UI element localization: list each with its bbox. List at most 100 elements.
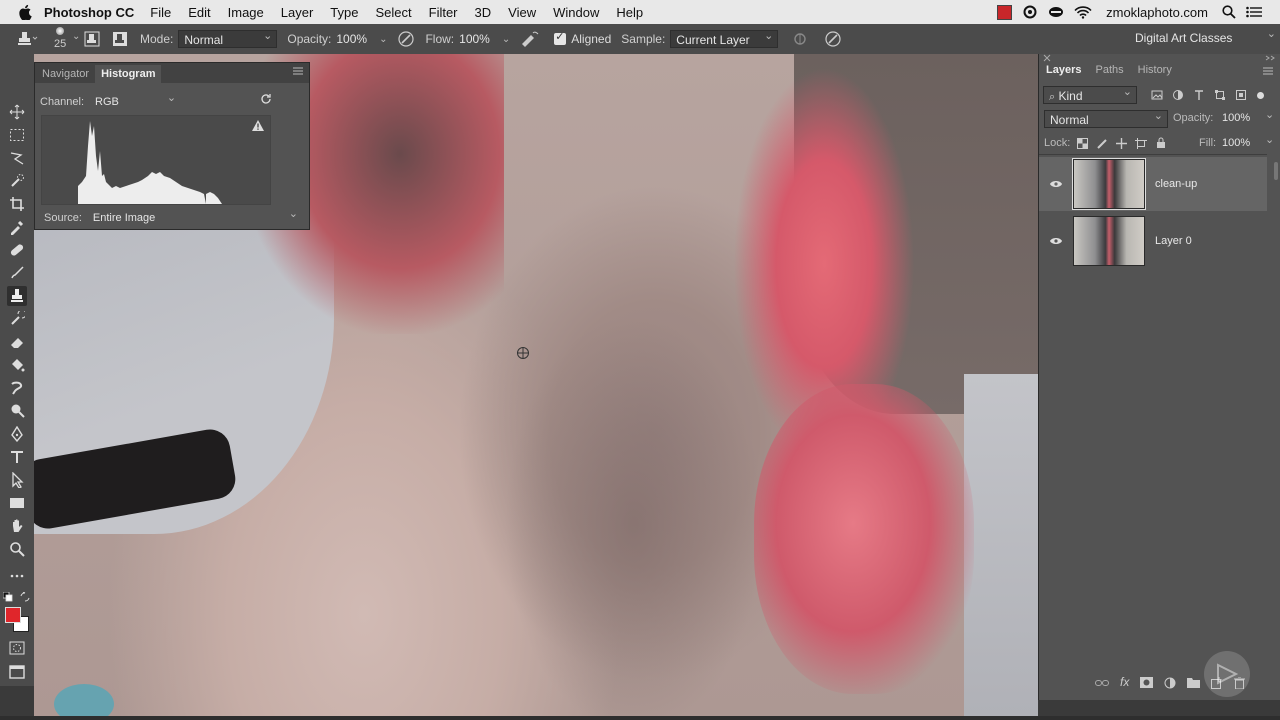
app-name[interactable]: Photoshop CC (44, 5, 134, 20)
zoom-tool[interactable] (7, 539, 27, 559)
menu-type[interactable]: Type (330, 5, 358, 20)
search-icon[interactable] (1222, 5, 1236, 19)
tab-navigator[interactable]: Navigator (36, 65, 95, 83)
type-tool[interactable] (7, 447, 27, 467)
screen-mode-button[interactable] (7, 662, 27, 682)
menu-3d[interactable]: 3D (475, 5, 492, 20)
layer-row-layer-0[interactable]: Layer 0 (1039, 214, 1267, 268)
lasso-tool[interactable] (7, 148, 27, 168)
tab-history[interactable]: History (1131, 62, 1179, 80)
filter-shape-icon[interactable] (1214, 89, 1226, 101)
history-brush-tool[interactable] (7, 309, 27, 329)
host-label[interactable]: zmoklaphoto.com (1106, 5, 1208, 20)
filter-pixel-icon[interactable] (1151, 89, 1163, 101)
eyedropper-tool[interactable] (7, 217, 27, 237)
aligned-checkbox[interactable] (554, 30, 567, 45)
toggle-clone-source-panel-icon[interactable] (112, 31, 128, 47)
pressure-opacity-icon[interactable] (397, 30, 415, 48)
quick-selection-tool[interactable] (7, 171, 27, 191)
eraser-tool[interactable] (7, 332, 27, 352)
hand-tool[interactable] (7, 516, 27, 536)
new-group-icon[interactable] (1187, 677, 1201, 692)
airbrush-icon[interactable] (520, 30, 540, 48)
cloud-icon[interactable] (1048, 6, 1064, 18)
healing-brush-tool[interactable] (7, 240, 27, 260)
channel-dropdown[interactable]: RGB (90, 89, 181, 111)
smudge-tool[interactable] (7, 378, 27, 398)
crop-tool[interactable] (7, 194, 27, 214)
clone-stamp-tool-preset-icon[interactable] (16, 30, 38, 48)
menu-window[interactable]: Window (553, 5, 599, 20)
source-dropdown[interactable]: Entire Image (87, 205, 302, 227)
filter-smart-object-icon[interactable] (1235, 89, 1247, 101)
menu-image[interactable]: Image (228, 5, 264, 20)
paint-bucket-tool[interactable] (7, 355, 27, 375)
lock-position-icon[interactable] (1116, 138, 1127, 149)
menu-select[interactable]: Select (375, 5, 411, 20)
menu-edit[interactable]: Edit (188, 5, 210, 20)
opacity-value[interactable]: 100% (336, 32, 367, 46)
fill-value[interactable]: 100% (1222, 137, 1250, 149)
layer-style-icon[interactable]: fx (1120, 676, 1129, 692)
menu-file[interactable]: File (150, 5, 171, 20)
menu-view[interactable]: View (508, 5, 536, 20)
new-adjustment-layer-icon[interactable] (1164, 677, 1176, 692)
layer-name[interactable]: Layer 0 (1155, 235, 1192, 247)
toggle-brush-panel-icon[interactable] (84, 31, 100, 47)
filter-toggle-icon[interactable] (1257, 91, 1264, 99)
foreground-color-swatch[interactable] (5, 607, 21, 623)
clone-stamp-tool[interactable] (7, 286, 27, 306)
notification-list-icon[interactable] (1246, 6, 1262, 18)
move-tool[interactable] (7, 102, 27, 122)
eye-icon[interactable] (1045, 180, 1067, 188)
panel-menu-icon[interactable] (1263, 67, 1273, 75)
marquee-tool[interactable] (7, 125, 27, 145)
chevron-down-icon[interactable]: ⌄ (1265, 108, 1274, 121)
collapse-panel-icon[interactable] (1043, 54, 1051, 62)
layers-scrollbar[interactable] (1274, 162, 1278, 180)
red-square-icon[interactable] (997, 4, 1013, 20)
mode-dropdown[interactable]: Normal (178, 27, 278, 48)
layer-name[interactable]: clean-up (1155, 178, 1197, 190)
filter-type-icon[interactable] (1193, 89, 1205, 101)
filter-adjustment-icon[interactable] (1172, 89, 1184, 101)
panel-menu-icon[interactable] (293, 67, 303, 75)
tab-histogram[interactable]: Histogram (95, 65, 162, 83)
lock-image-pixels-icon[interactable] (1097, 138, 1108, 149)
tab-layers[interactable]: Layers (1039, 62, 1088, 80)
brush-tool[interactable] (7, 263, 27, 283)
ignore-adjustment-layers-icon[interactable] (792, 31, 808, 47)
menu-filter[interactable]: Filter (429, 5, 458, 20)
lock-all-icon[interactable] (1156, 137, 1166, 149)
blend-mode-dropdown[interactable]: Normal (1044, 107, 1168, 128)
edit-toolbar-button[interactable] (7, 566, 27, 586)
wifi-icon[interactable] (1074, 5, 1092, 19)
sample-dropdown[interactable]: Current Layer (670, 27, 779, 48)
add-mask-icon[interactable] (1140, 677, 1154, 692)
layer-row-clean-up[interactable]: clean-up (1039, 157, 1267, 211)
chevron-down-icon[interactable]: ⌄ (379, 34, 387, 45)
chevron-down-icon[interactable]: ⌄ (502, 34, 510, 45)
tab-paths[interactable]: Paths (1088, 62, 1130, 80)
collapse-panel-icon-right[interactable] (1265, 55, 1275, 61)
eye-icon[interactable] (1045, 237, 1067, 245)
layer-thumbnail[interactable] (1072, 158, 1146, 210)
link-layers-icon[interactable] (1095, 677, 1109, 692)
quick-mask-button[interactable] (7, 638, 27, 658)
menu-help[interactable]: Help (616, 5, 643, 20)
workspace-dropdown[interactable]: Digital Art Classes (1130, 25, 1280, 47)
rectangle-tool[interactable] (7, 493, 27, 513)
brush-size-preview[interactable]: 25 ⌄ (46, 25, 80, 53)
pen-tool[interactable] (7, 424, 27, 444)
default-colors-icon[interactable] (3, 592, 13, 602)
swap-colors-icon[interactable] (20, 592, 30, 602)
path-selection-tool[interactable] (7, 470, 27, 490)
pressure-size-icon[interactable] (824, 30, 842, 48)
flow-value[interactable]: 100% (459, 32, 490, 46)
dodge-tool[interactable] (7, 401, 27, 421)
refresh-icon[interactable] (260, 93, 272, 105)
chevron-down-icon[interactable]: ⌄ (1265, 133, 1274, 146)
lock-artboard-icon[interactable] (1135, 138, 1147, 149)
menu-layer[interactable]: Layer (281, 5, 314, 20)
opacity-value[interactable]: 100% (1222, 112, 1250, 124)
